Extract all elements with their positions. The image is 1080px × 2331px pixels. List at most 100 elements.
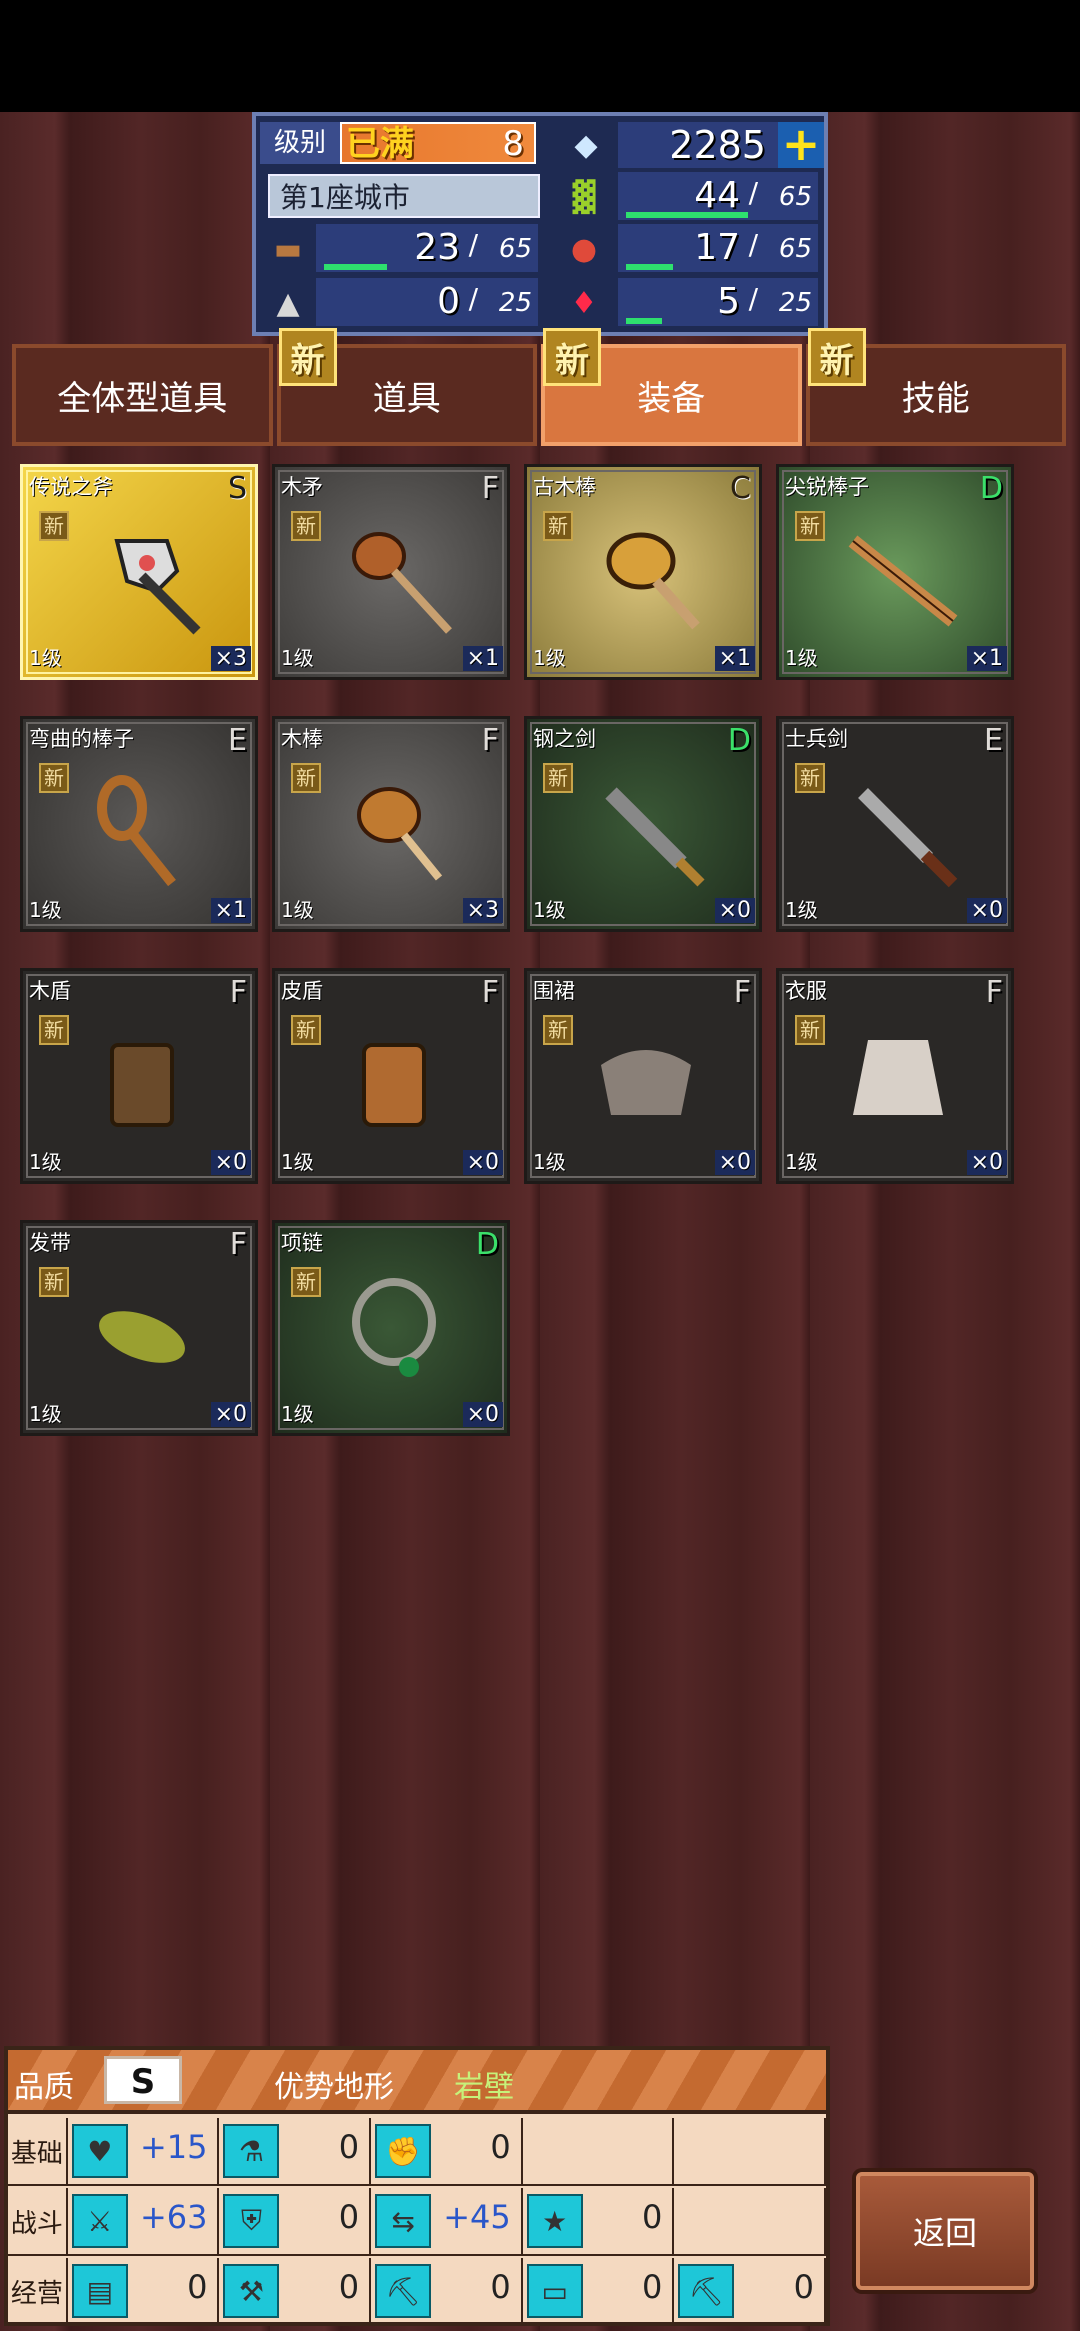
food-icon: ● [570,231,598,267]
item-grade: D [475,1227,499,1262]
level-label: 级别 [260,122,340,164]
level-value-box: 已满 8 [340,122,536,164]
new-badge: 新 [543,1015,573,1045]
item-level: 1级 [29,898,62,922]
equipment-card[interactable]: 尖锐棒子 D 新 1级 ×1 [776,464,1014,680]
item-grade: C [730,471,751,506]
item-count: ×0 [714,898,755,923]
item-grade: F [481,471,499,506]
item-count: ×0 [462,1150,503,1175]
stone-max: 25 [498,288,532,318]
equipment-card[interactable]: 古木棒 C 新 1级 ×1 [524,464,762,680]
equipment-card[interactable]: 项链 D 新 1级 ×0 [272,1220,510,1436]
book-icon: ▤ [71,2264,128,2318]
wooden-shield-icon [110,1043,174,1127]
equipment-card[interactable]: 围裙 F 新 1级 ×0 [524,968,762,1184]
item-count: ×3 [210,646,251,671]
item-count: ×1 [462,646,503,671]
stat-cell: ⛏ 0 [674,2258,826,2324]
level-number: 8 [502,124,524,164]
terrain-label: 优势地形 [274,2070,394,2105]
item-level: 1级 [281,1150,314,1174]
wood-stat: 23 / 65 [316,224,538,272]
item-count: ×1 [966,646,1007,671]
sharp-stick-icon [848,535,958,627]
equipment-card[interactable]: 弯曲的棒子 E 新 1级 ×1 [20,716,258,932]
food-bar [626,264,673,270]
wood-slash: / [468,228,478,261]
equipment-card[interactable]: 木棒 F 新 1级 ×3 [272,716,510,932]
new-badge: 新 [39,1015,69,1045]
equipment-card[interactable]: 士兵剑 E 新 1级 ×0 [776,716,1014,932]
equipment-card[interactable]: 传说之斧 S 新 1级 ×3 [20,464,258,680]
steel-sword-icon [605,787,705,887]
back-button[interactable]: 返回 [856,2172,1034,2290]
item-level: 1级 [281,898,314,922]
equipment-card[interactable]: 木盾 F 新 1级 ×0 [20,968,258,1184]
tab-skills[interactable]: 新 技能 [805,328,1066,446]
stat-cell [523,2118,675,2184]
stat-value: 0 [187,2268,208,2306]
ruby-max: 25 [778,288,812,318]
item-count: ×0 [966,1150,1007,1175]
category-tabs: 全体型道具 新 道具 新 装备 新 技能 [12,328,1070,446]
food-max: 65 [778,234,812,264]
new-badge: 新 [543,511,573,541]
stat-cell: ⚒ 0 [219,2258,372,2324]
item-grade: D [979,471,1003,506]
bent-stick-icon [97,775,176,887]
stat-cell: ♥ +15 [68,2118,220,2184]
item-name: 木盾 [29,979,71,1003]
wood-value: 23 [414,227,460,268]
equipment-card[interactable]: 衣服 F 新 1级 ×0 [776,968,1014,1184]
equipment-card[interactable]: 钢之剑 D 新 1级 ×0 [524,716,762,932]
tab-label: 全体型道具 [57,378,228,419]
soldier-sword-icon [858,788,958,888]
stat-cell: ⛏ 0 [371,2258,523,2324]
star-icon: ★ [526,2194,583,2248]
level-max-text: 已满 [346,124,414,164]
stat-value: 0 [338,2198,360,2236]
stat-cell: ★ 0 [523,2188,675,2254]
new-badge: 新 [291,763,321,793]
stat-value: 0 [642,2268,663,2306]
stat-value: 0 [338,2268,360,2306]
new-badge: 新 [795,511,825,541]
item-name: 尖锐棒子 [785,475,869,499]
stat-cell [674,2188,826,2254]
item-grade: F [229,975,247,1010]
stat-cell: ⚔ +63 [68,2188,220,2254]
sword-attack-icon: ⚔ [71,2194,128,2248]
stat-cell: ▭ 0 [523,2258,675,2324]
wood-max: 65 [498,234,532,264]
food-value: 17 [694,227,740,268]
ancient-club-icon [606,532,700,630]
item-name: 木棒 [281,727,323,751]
new-badge: 新 [807,328,866,386]
wood-bar [324,264,387,270]
apron-icon [601,1050,691,1115]
stat-value: 0 [490,2128,511,2166]
item-level: 1级 [533,898,566,922]
grain-stat: 44 / 65 [618,172,818,220]
tab-items[interactable]: 新 道具 [276,328,537,446]
equipment-card[interactable]: 木矛 F 新 1级 ×1 [272,464,510,680]
stat-row: 经营 ▤ 0 ⚒ 0 ⛏ 0 ▭ 0 ⛏ 0 [8,2258,826,2326]
equipment-card[interactable]: 发带 F 新 1级 ×0 [20,1220,258,1436]
item-level: 1级 [29,646,62,670]
ruby-value: 5 [717,281,740,322]
potion-icon: ⚗ [223,2124,280,2178]
item-name: 项链 [281,1231,323,1255]
item-name: 钢之剑 [533,727,596,751]
item-grade: F [985,975,1003,1010]
stat-value: 0 [642,2198,663,2236]
item-grade: D [727,723,751,758]
stat-row: 战斗 ⚔ +63 ⛨ 0 ⇆ +45 ★ 0 [8,2188,826,2256]
add-gems-button[interactable]: + [778,121,824,168]
tab-all-items[interactable]: 全体型道具 [12,344,273,446]
tab-label: 技能 [901,378,970,419]
clothes-icon [853,1040,943,1115]
tab-equipment[interactable]: 新 装备 [541,328,802,446]
equipment-card[interactable]: 皮盾 F 新 1级 ×0 [272,968,510,1184]
necklace-icon [352,1278,436,1377]
